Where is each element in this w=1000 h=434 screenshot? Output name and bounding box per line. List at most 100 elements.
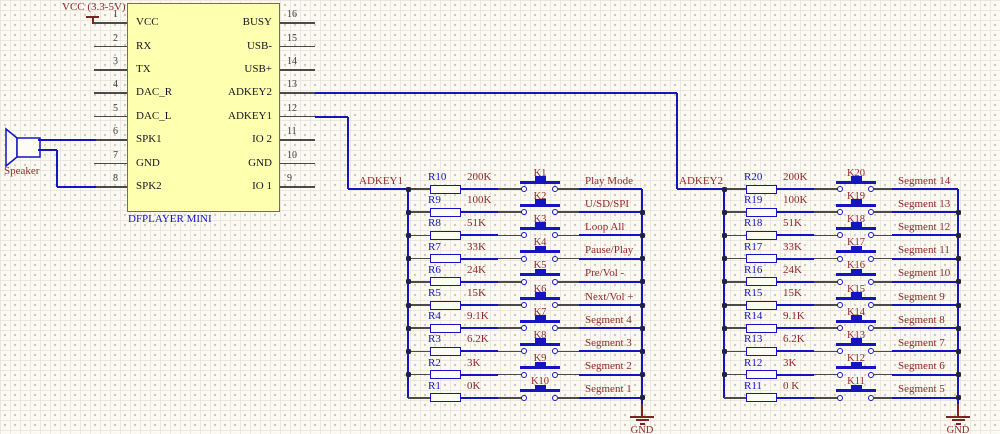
wire-segment xyxy=(873,351,892,353)
pin-name: DAC_L xyxy=(136,111,171,122)
junction-dot xyxy=(722,187,727,192)
pin-stub xyxy=(280,69,315,71)
wire-segment xyxy=(892,188,958,190)
pin-name: USB- xyxy=(172,41,272,52)
resistor-ref: R18 xyxy=(744,218,762,230)
resistor-value: 200K xyxy=(783,172,807,184)
junction-dot xyxy=(406,210,411,215)
resistor-value: 51K xyxy=(783,218,802,230)
wire-segment xyxy=(814,211,838,213)
resistor-ref: R15 xyxy=(744,288,762,300)
junction-dot xyxy=(956,326,961,331)
wire-segment xyxy=(557,281,579,283)
resistor-symbol[interactable] xyxy=(746,393,777,402)
pin-name: GND xyxy=(136,158,160,169)
resistor-symbol[interactable] xyxy=(430,324,461,333)
pin-number: 1 xyxy=(94,10,118,20)
wire-segment xyxy=(557,397,579,399)
resistor-value: 51K xyxy=(467,218,486,230)
wire-segment xyxy=(873,304,892,306)
resistor-symbol[interactable] xyxy=(430,277,461,286)
key-ref: K6 xyxy=(518,284,562,295)
resistor-symbol[interactable] xyxy=(430,231,461,240)
resistor-symbol[interactable] xyxy=(430,208,461,217)
junction-dot xyxy=(956,372,961,377)
wire-segment xyxy=(892,211,958,213)
pin-stub xyxy=(94,163,127,165)
wire-segment xyxy=(777,350,814,352)
junction-dot xyxy=(722,303,727,308)
pin-stub xyxy=(94,69,127,71)
pin-number: 14 xyxy=(287,57,311,67)
wire-segment xyxy=(724,304,746,306)
wire-segment xyxy=(677,188,724,190)
pin-stub xyxy=(280,116,315,118)
wire-segment xyxy=(461,304,498,306)
wire-segment xyxy=(498,211,522,213)
resistor-symbol[interactable] xyxy=(746,370,777,379)
resistor-symbol[interactable] xyxy=(746,324,777,333)
pin-number: 4 xyxy=(94,80,118,90)
key-ref: K5 xyxy=(518,260,562,271)
junction-dot xyxy=(640,256,645,261)
resistor-symbol[interactable] xyxy=(746,347,777,356)
junction-dot xyxy=(406,372,411,377)
resistor-symbol[interactable] xyxy=(746,208,777,217)
resistor-symbol[interactable] xyxy=(746,254,777,263)
wire-segment xyxy=(408,188,430,190)
wire-segment xyxy=(579,397,642,399)
resistor-symbol[interactable] xyxy=(746,185,777,194)
key-function-label: Segment 4 xyxy=(585,315,632,327)
pin-name: IO 1 xyxy=(172,181,272,192)
key-ref: K17 xyxy=(834,237,878,248)
resistor-value: 15K xyxy=(783,288,802,300)
pin-stub xyxy=(94,186,127,188)
key-function-label: Segment 14 xyxy=(898,176,950,188)
resistor-symbol[interactable] xyxy=(746,231,777,240)
wire-segment xyxy=(814,188,838,190)
junction-dot xyxy=(722,349,727,354)
wire-segment xyxy=(348,188,408,190)
key-function-label: Segment 2 xyxy=(585,361,632,373)
key-function-label: U/SD/SPI xyxy=(585,199,629,211)
wire-segment xyxy=(777,211,814,213)
resistor-symbol[interactable] xyxy=(746,301,777,310)
wire-segment xyxy=(579,211,642,213)
pin-number: 5 xyxy=(94,104,118,114)
key-function-label: Segment 11 xyxy=(898,245,950,257)
resistor-symbol[interactable] xyxy=(430,185,461,194)
key-function-label: Segment 1 xyxy=(585,384,632,396)
wire-segment xyxy=(873,211,892,213)
pin-name: VCC xyxy=(136,17,159,28)
resistor-ref: R13 xyxy=(744,334,762,346)
resistor-ref: R17 xyxy=(744,242,762,254)
wire-segment xyxy=(579,350,642,352)
wire-segment xyxy=(408,258,430,260)
junction-dot xyxy=(956,256,961,261)
resistor-ref: R20 xyxy=(744,172,762,184)
resistor-symbol[interactable] xyxy=(746,277,777,286)
resistor-symbol[interactable] xyxy=(430,301,461,310)
resistor-ref: R10 xyxy=(428,172,446,184)
key-ref: K18 xyxy=(834,214,878,225)
wire-segment xyxy=(814,374,838,376)
wire-segment xyxy=(724,281,746,283)
junction-dot xyxy=(406,279,411,284)
wire-segment xyxy=(892,397,958,399)
key-function-label: Pause/Play xyxy=(585,245,633,257)
wire-segment xyxy=(724,351,746,353)
resistor-symbol[interactable] xyxy=(430,254,461,263)
wire-segment xyxy=(498,397,522,399)
key-function-label: Segment 6 xyxy=(898,361,945,373)
resistor-symbol[interactable] xyxy=(430,370,461,379)
key-ref: K14 xyxy=(834,307,878,318)
resistor-symbol[interactable] xyxy=(430,393,461,402)
pin-number: 15 xyxy=(287,34,311,44)
resistor-symbol[interactable] xyxy=(430,347,461,356)
pin-number: 7 xyxy=(94,151,118,161)
junction-dot xyxy=(722,372,727,377)
wire-segment xyxy=(557,258,579,260)
wire-segment xyxy=(408,374,430,376)
key-ref: K10 xyxy=(518,376,562,387)
wire-segment xyxy=(57,186,96,188)
